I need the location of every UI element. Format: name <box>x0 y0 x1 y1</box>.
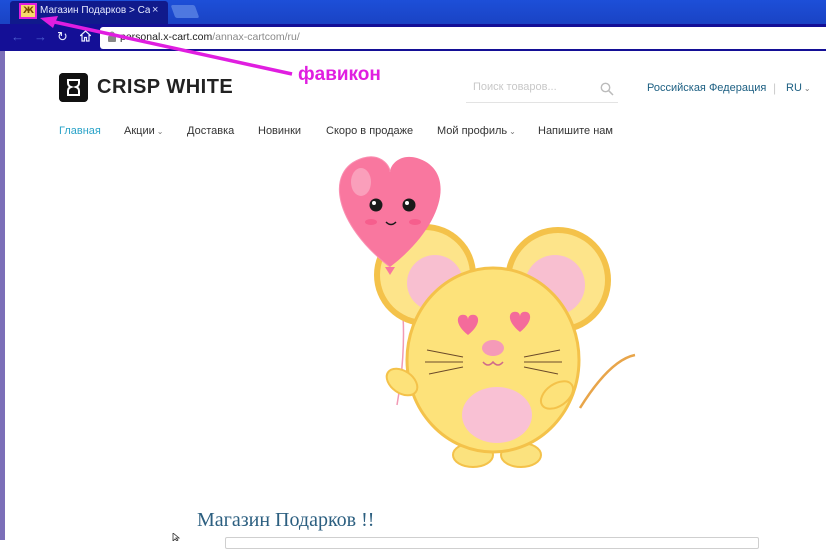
url-path: /annax-cartcom/ru/ <box>212 31 300 43</box>
url-domain: personal.x-cart.com <box>120 31 213 43</box>
nav-item-new[interactable]: Новинки <box>258 125 301 137</box>
nav-item-label: Акции <box>124 125 155 137</box>
chevron-down-icon: ⌄ <box>156 127 164 136</box>
country-selector[interactable]: Российская Федерация <box>647 82 766 94</box>
content-panel <box>225 537 759 549</box>
nav-item-shipping[interactable]: Доставка <box>187 125 234 137</box>
lock-icon <box>108 31 116 42</box>
page-title: Магазин Подарков !! <box>197 509 375 531</box>
logo-text[interactable]: CRISP WHITE <box>97 76 233 99</box>
nav-item-home[interactable]: Главная <box>59 125 101 137</box>
chevron-down-icon: ⌄ <box>509 127 516 136</box>
logo-icon[interactable] <box>59 73 88 102</box>
mouse-balloon-illustration <box>338 156 636 468</box>
separator: | <box>773 81 777 95</box>
reload-icon[interactable]: ↻ <box>57 29 68 45</box>
search-icon[interactable] <box>600 82 614 96</box>
nav-item-label: Мой профиль <box>437 125 508 137</box>
nav-item-sales[interactable]: Акции ⌄ <box>124 125 163 137</box>
language-label: RU <box>786 82 802 94</box>
nav-item-my-profile[interactable]: Мой профиль ⌄ <box>437 125 516 137</box>
annotation-label: фавикон <box>298 64 381 85</box>
window-edge <box>0 51 5 540</box>
tab-close-icon[interactable]: × <box>152 4 158 16</box>
chevron-down-icon: ⌄ <box>803 84 811 93</box>
search-input[interactable] <box>473 81 591 93</box>
forward-icon[interactable]: → <box>34 29 47 45</box>
search-box <box>466 78 618 103</box>
home-icon[interactable] <box>80 30 91 42</box>
favicon-icon: Ж <box>19 3 37 19</box>
back-icon[interactable]: ← <box>11 29 24 45</box>
nav-item-coming-soon[interactable]: Скоро в продаже <box>326 125 413 137</box>
new-tab-button[interactable] <box>170 5 200 18</box>
nav-item-contact[interactable]: Напишите нам <box>538 125 613 137</box>
tab-title[interactable]: Магазин Подарков > Са <box>40 5 150 19</box>
url-text[interactable]: personal.x-cart.com/annax-cartcom/ru/ <box>120 31 300 43</box>
language-selector[interactable]: RU ⌄ <box>786 82 811 94</box>
